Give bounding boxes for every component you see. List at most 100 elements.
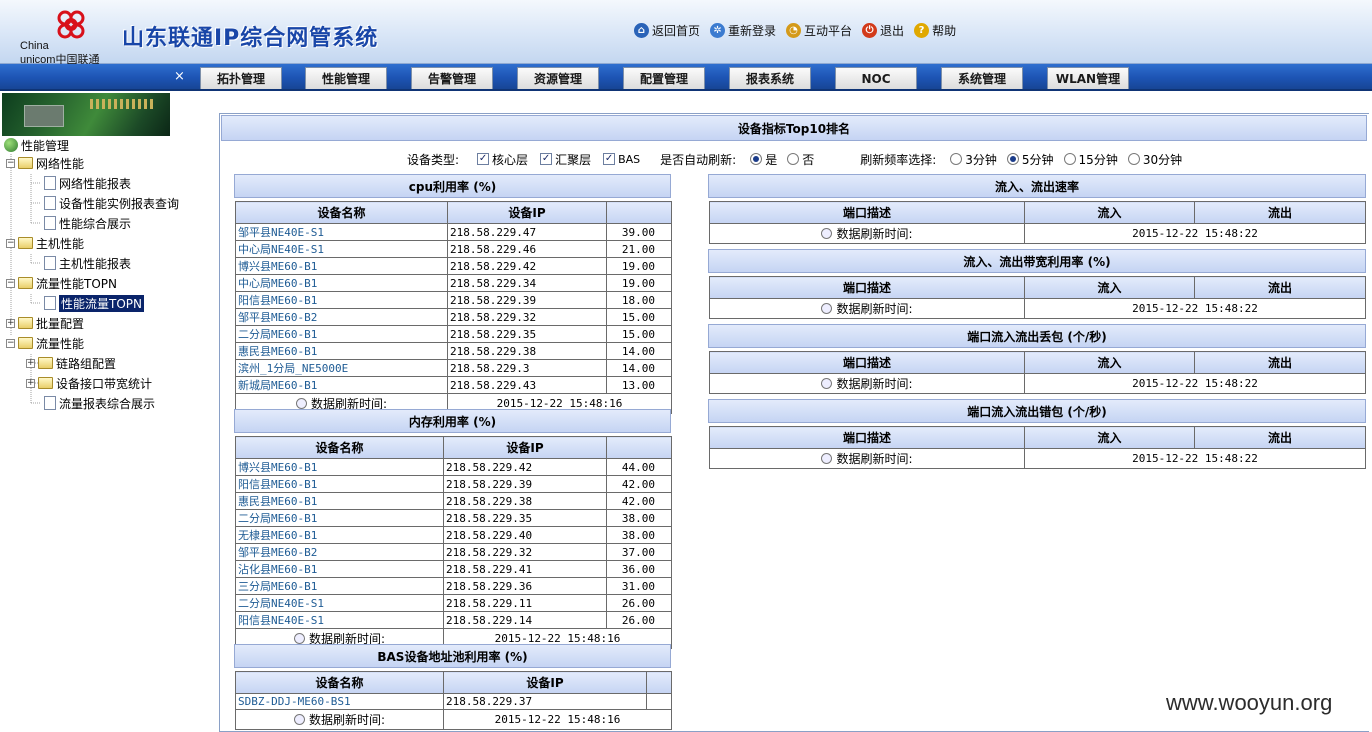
radio-selected-icon[interactable] (750, 153, 763, 165)
device-name-link[interactable]: 惠民县ME60-B1 (238, 495, 317, 508)
device-name-link[interactable]: 阳信县ME60-B1 (238, 478, 317, 491)
home-link[interactable]: ⌂ 返回首页 (634, 22, 700, 39)
logout-link[interactable]: ⏻ 退出 (862, 22, 904, 39)
tree-item-label: 流量报表综合展示 (59, 396, 156, 411)
freq-5min-label: 5分钟 (1021, 152, 1054, 167)
tab-config[interactable]: 配置管理 (623, 67, 705, 89)
tab-topology[interactable]: 拓扑管理 (200, 67, 282, 89)
tab-wlan[interactable]: WLAN管理 (1047, 67, 1129, 89)
device-name-link[interactable]: 三分局ME60-B1 (238, 580, 317, 593)
tree-item-label: 设备性能实例报表查询 (59, 196, 180, 211)
tree-item-interface-bandwidth[interactable]: + 设备接口带宽统计 (26, 374, 152, 392)
auto-refresh-label: 是否自动刷新: (660, 152, 737, 167)
tree-item-label: 主机性能报表 (59, 256, 132, 271)
device-name-link[interactable]: 新城局ME60-B1 (238, 379, 317, 392)
tree-item-host-perf[interactable]: − 主机性能 (6, 234, 84, 252)
auto-refresh-no[interactable]: 否 (787, 151, 814, 168)
folder-open-icon (18, 157, 33, 169)
tree-item-perf-traffic-topn[interactable]: 性能流量TOPN (44, 294, 144, 312)
tree-item-link-group[interactable]: + 链路组配置 (26, 354, 116, 372)
checkbox-checked-icon[interactable]: ✓ (477, 153, 490, 165)
device-name-link[interactable]: 中心局ME60-B1 (238, 277, 317, 290)
checkbox-checked-icon[interactable]: ✓ (603, 153, 616, 165)
device-name-link[interactable]: 邹平县ME60-B2 (238, 546, 317, 559)
tree-item-traffic-topn[interactable]: − 流量性能TOPN (6, 274, 117, 292)
device-name-link[interactable]: 惠民县ME60-B1 (238, 345, 317, 358)
relogin-link[interactable]: ✲ 重新登录 (710, 22, 776, 39)
tab-performance[interactable]: 性能管理 (305, 67, 387, 89)
collapse-icon[interactable]: − (6, 338, 15, 348)
device-ip: 218.58.229.32 (447, 308, 607, 326)
app-header: China unicom中国联通 山东联通IP综合网管系统 ⌂ 返回首页 ✲ 重… (0, 0, 1372, 66)
freq-30min[interactable]: 30分钟 (1127, 151, 1182, 168)
expand-icon[interactable]: + (26, 358, 35, 368)
unicom-rings-icon (57, 10, 85, 39)
tab-resource[interactable]: 资源管理 (517, 67, 599, 89)
help-link-label: 帮助 (932, 24, 957, 38)
device-name-link[interactable]: 沾化县ME60-B1 (238, 563, 317, 576)
tab-alarm[interactable]: 告警管理 (411, 67, 493, 89)
device-name-link[interactable]: SDBZ-DDJ-ME60-BS1 (238, 695, 351, 708)
help-link[interactable]: ? 帮助 (914, 22, 956, 39)
table-row: 三分局ME60-B1 218.58.229.36 31.00 (235, 577, 672, 595)
bandwidth-section-title: 流入、流出带宽利用率 (%) (708, 249, 1366, 273)
freq-5min[interactable]: 5分钟 (1006, 151, 1054, 168)
device-name-link[interactable]: 邹平县NE40E-S1 (238, 226, 324, 239)
tree-item-network-perf[interactable]: − 网络性能 (6, 154, 84, 172)
aggregation-checkbox[interactable]: ✓ 汇聚层 (540, 151, 591, 168)
device-name-link[interactable]: 滨州_1分局_NE5000E (238, 362, 348, 375)
collapse-icon[interactable]: − (6, 158, 15, 168)
refresh-time-value: 2015-12-22 15:48:22 (1024, 373, 1366, 394)
core-checkbox[interactable]: ✓ 核心层 (477, 151, 528, 168)
device-name-link[interactable]: 二分局ME60-B1 (238, 512, 317, 525)
radio-selected-icon[interactable] (1006, 153, 1019, 165)
device-name-link[interactable]: 二分局NE40E-S1 (238, 597, 324, 610)
device-name-link[interactable]: 阳信县ME60-B1 (238, 294, 317, 307)
tree-item-label: 流量性能 (36, 336, 85, 351)
expand-icon[interactable]: + (26, 378, 35, 388)
checkbox-checked-icon[interactable]: ✓ (540, 153, 553, 165)
core-checkbox-label: 核心层 (492, 152, 529, 167)
radio-icon[interactable] (1127, 153, 1140, 165)
magnifier-icon (293, 633, 305, 644)
collapse-icon[interactable]: − (6, 238, 15, 248)
tree-item-traffic-report[interactable]: 流量报表综合展示 (44, 394, 155, 412)
bas-checkbox[interactable]: ✓ BAS (603, 153, 640, 166)
radio-icon[interactable] (950, 153, 963, 165)
close-icon[interactable]: × (174, 69, 185, 84)
collapse-icon[interactable]: − (6, 278, 15, 288)
tab-report[interactable]: 报表系统 (729, 67, 811, 89)
expand-icon[interactable]: + (6, 318, 15, 328)
device-name-link[interactable]: 无棣县ME60-B1 (238, 529, 317, 542)
device-name-link[interactable]: 阳信县NE40E-S1 (238, 614, 324, 627)
tree-item-traffic-perf[interactable]: − 流量性能 (6, 334, 84, 352)
tab-noc[interactable]: NOC (835, 67, 917, 89)
device-name-link[interactable]: 博兴县ME60-B1 (238, 260, 317, 273)
freq-15min[interactable]: 15分钟 (1063, 151, 1118, 168)
tree-item-batch-config[interactable]: + 批量配置 (6, 314, 84, 332)
device-name-link[interactable]: 二分局ME60-B1 (238, 328, 317, 341)
device-type-label: 设备类型: (407, 152, 460, 167)
refresh-time-label: 数据刷新时间: (709, 298, 1025, 319)
tree-root[interactable]: 性能管理 (4, 136, 69, 154)
freq-15min-label: 15分钟 (1078, 152, 1118, 167)
freq-3min[interactable]: 3分钟 (950, 151, 997, 168)
tree-item-host-perf-report[interactable]: 主机性能报表 (44, 254, 131, 272)
cpu-section-title: cpu利用率 (%) (234, 174, 671, 198)
radio-icon[interactable] (1063, 153, 1076, 165)
col-value (606, 436, 672, 459)
rate-section-title: 流入、流出速率 (708, 174, 1366, 198)
auto-refresh-yes[interactable]: 是 (750, 151, 777, 168)
device-name-link[interactable]: 博兴县ME60-B1 (238, 461, 317, 474)
radio-icon[interactable] (787, 153, 800, 165)
bas-section-title: BAS设备地址池利用率 (%) (234, 644, 671, 668)
error-section-title: 端口流入流出错包 (个/秒) (708, 399, 1366, 423)
magnifier-icon (295, 398, 307, 409)
device-name-link[interactable]: 中心局NE40E-S1 (238, 243, 324, 256)
device-name-link[interactable]: 邹平县ME60-B2 (238, 311, 317, 324)
tree-item-perf-summary[interactable]: 性能综合展示 (44, 214, 131, 232)
tree-item-network-perf-report[interactable]: 网络性能报表 (44, 174, 131, 192)
tree-item-device-perf-query[interactable]: 设备性能实例报表查询 (44, 194, 179, 212)
tab-system[interactable]: 系统管理 (941, 67, 1023, 89)
interact-link[interactable]: ◔ 互动平台 (786, 22, 852, 39)
